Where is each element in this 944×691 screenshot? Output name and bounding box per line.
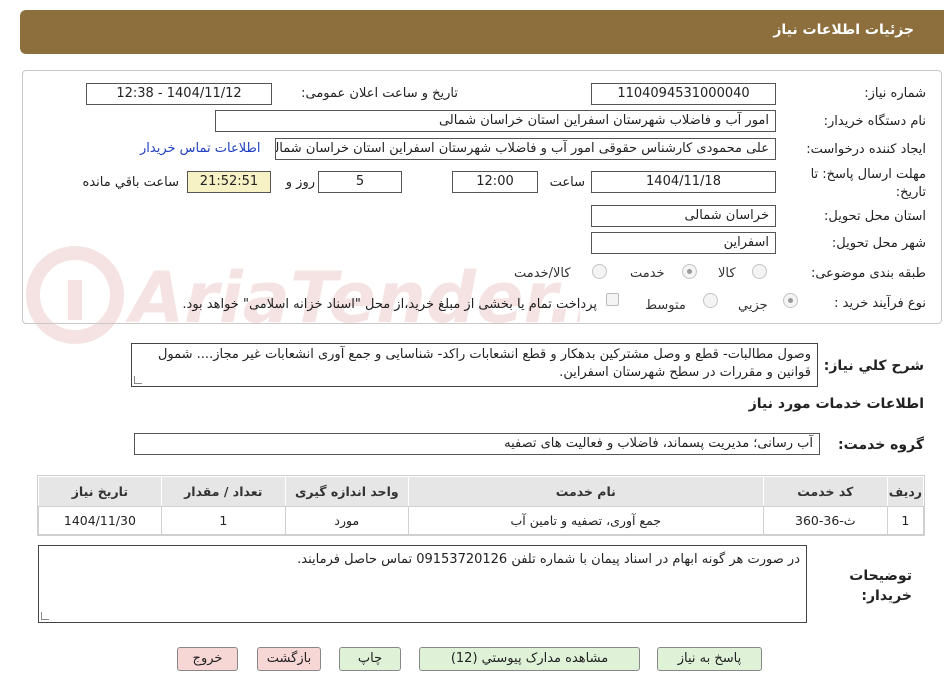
deadline-label: مهلت ارسال پاسخ: تا تاریخ: — [810, 167, 926, 200]
buyer-notes-textarea[interactable]: در صورت هر گونه ابهام در اسناد پیمان با … — [38, 545, 807, 623]
cell-unit: مورد — [284, 506, 409, 535]
back-button[interactable]: بازگشت — [257, 647, 321, 671]
process-radio-minor[interactable] — [783, 293, 798, 308]
cell-quantity: 1 — [160, 506, 286, 535]
process-option-medium: متوسط — [645, 298, 686, 313]
need-number-label: شماره نیاز: — [864, 86, 926, 101]
buyer-notes-text: در صورت هر گونه ابهام در اسناد پیمان با … — [297, 552, 800, 567]
buyer-org-label: نام دستگاه خریدار: — [823, 114, 926, 129]
header-bar: جزئیات اطلاعات نیاز — [20, 10, 944, 54]
services-section-title: اطلاعات خدمات مورد نیاز — [748, 396, 924, 412]
table-row: 1 ث-36-360 جمع آوری، تصفیه و تامین آب مو… — [38, 506, 925, 535]
buyer-org-field: امور آب و فاضلاب شهرستان اسفراین استان خ… — [215, 110, 776, 132]
buyer-contact-link[interactable]: اطلاعات تماس خریدار — [140, 141, 260, 156]
process-option-minor: جزیي — [738, 298, 768, 313]
province-field: خراسان شمالی — [591, 205, 776, 227]
category-option-goods-service: کالا/خدمت — [514, 266, 571, 281]
deadline-date-field: 1404/11/18 — [591, 171, 776, 193]
process-label: نوع فرآیند خرید : — [834, 296, 926, 311]
column-header-row-number: ردیف — [886, 476, 925, 507]
days-label: روز و — [285, 175, 315, 190]
category-option-goods: کالا — [718, 266, 736, 281]
page-title: جزئیات اطلاعات نیاز — [773, 22, 914, 38]
cell-need-date: 1404/11/30 — [38, 506, 162, 535]
service-group-label: گروه خدمت: — [838, 437, 924, 453]
announce-label: تاریخ و ساعت اعلان عمومی: — [301, 86, 458, 101]
reply-button[interactable]: پاسخ به نیاز — [657, 647, 762, 671]
description-label: شرح کلي نیاز: — [823, 358, 924, 374]
print-button[interactable]: چاپ — [339, 647, 401, 671]
column-header-unit: واحد اندازه گیری — [284, 476, 409, 507]
announce-field: 1404/11/12 - 12:38 — [86, 83, 272, 105]
resize-grip-icon[interactable] — [41, 612, 49, 620]
exit-button[interactable]: خروج — [177, 647, 238, 671]
remaining-time-field: 21:52:51 — [187, 171, 271, 193]
description-text: وصول مطالبات- قطع و وصل مشترکین بدهکار و… — [157, 347, 811, 380]
requester-field: علی محمودی کارشناس حقوقی امور آب و فاضلا… — [275, 138, 776, 160]
need-number-field: 1104094531000040 — [591, 83, 776, 105]
city-label: شهر محل تحویل: — [831, 236, 926, 251]
service-group-field: آب رسانی؛ مدیریت پسماند، فاضلاب و فعالیت… — [134, 433, 820, 455]
remaining-label: ساعت باقي مانده — [82, 175, 179, 190]
table-header-row: ردیف کد خدمت نام خدمت واحد اندازه گیری ت… — [38, 476, 925, 507]
category-radio-goods-service[interactable] — [592, 264, 607, 279]
city-field: اسفراین — [591, 232, 776, 254]
column-header-service-code: کد خدمت — [762, 476, 888, 507]
treasury-checkbox[interactable] — [606, 293, 619, 306]
column-header-quantity: تعداد / مقدار — [160, 476, 286, 507]
cell-service-name: جمع آوری، تصفیه و تامین آب — [407, 506, 764, 535]
category-radio-goods[interactable] — [752, 264, 767, 279]
services-table: ردیف کد خدمت نام خدمت واحد اندازه گیری ت… — [37, 475, 925, 536]
column-header-service-name: نام خدمت — [407, 476, 764, 507]
requester-label: ایجاد کننده درخواست: — [806, 142, 926, 157]
column-header-need-date: تاریخ نیاز — [38, 476, 162, 507]
buyer-notes-label: توضیحات خریدار: — [849, 568, 912, 604]
payment-note: پرداخت تمام یا بخشی از مبلغ خرید،از محل … — [182, 297, 597, 312]
deadline-time-label: ساعت — [549, 175, 585, 190]
category-radio-service[interactable] — [682, 264, 697, 279]
cell-service-code: ث-36-360 — [762, 506, 888, 535]
province-label: استان محل تحویل: — [824, 209, 926, 224]
cell-row-number: 1 — [886, 506, 925, 535]
category-option-service: خدمت — [630, 266, 665, 281]
process-radio-medium[interactable] — [703, 293, 718, 308]
days-field: 5 — [318, 171, 402, 193]
description-textarea[interactable]: وصول مطالبات- قطع و وصل مشترکین بدهکار و… — [131, 343, 818, 387]
view-attachments-button[interactable]: مشاهده مدارک پیوستي (12) — [419, 647, 640, 671]
deadline-time-field: 12:00 — [452, 171, 538, 193]
category-label: طبقه بندی موضوعی: — [810, 266, 926, 281]
resize-grip-icon[interactable] — [134, 376, 142, 384]
